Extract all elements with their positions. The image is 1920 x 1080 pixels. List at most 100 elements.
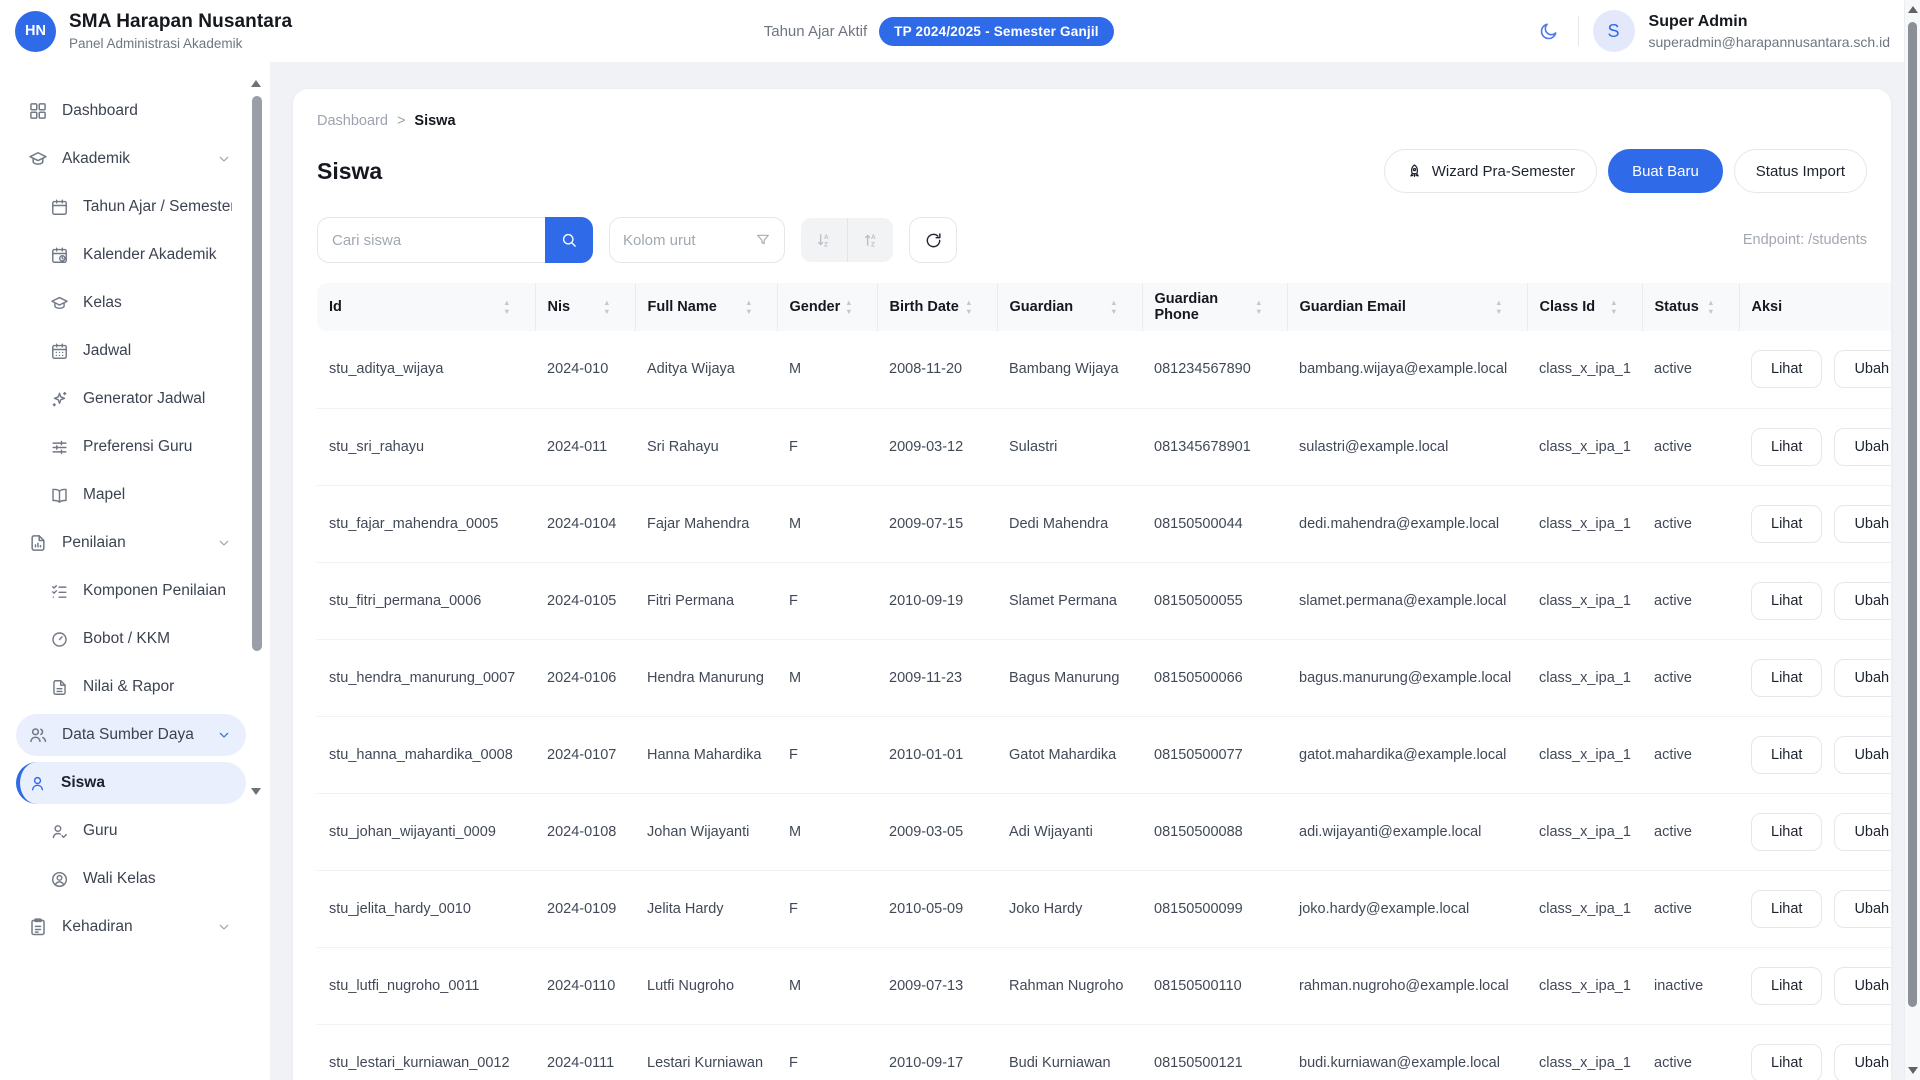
table-row: stu_hanna_mahardika_00082024-0107Hanna M… [317,716,1891,793]
cell-nis: 2024-0106 [535,639,635,716]
buat-baru-button[interactable]: Buat Baru [1608,149,1723,193]
sidebar-item-akademik[interactable]: Akademik [16,138,246,180]
refresh-button[interactable] [909,217,957,263]
column-header-guardian[interactable]: Guardian▲▼ [997,283,1142,331]
lihat-button[interactable]: Lihat [1751,428,1822,466]
breadcrumb-dashboard[interactable]: Dashboard [317,113,388,129]
school-name: SMA Harapan Nusantara [69,11,292,33]
wizard-pra-semester-button[interactable]: Wizard Pra-Semester [1384,149,1597,193]
search-icon [560,231,578,249]
ubah-button[interactable]: Ubah [1834,967,1891,1005]
sidebar-item-dashboard[interactable]: Dashboard [16,90,246,132]
page-scroll-down-arrow[interactable] [1908,1067,1918,1074]
sidebar-item-mapel[interactable]: Mapel [16,474,246,516]
ubah-button[interactable]: Ubah [1834,813,1891,851]
sidebar-item-wali-kelas[interactable]: Wali Kelas [16,858,246,900]
page-scrollbar-thumb[interactable] [1908,22,1917,1007]
ubah-button[interactable]: Ubah [1834,428,1891,466]
sidebar-scroll-down-arrow[interactable] [251,788,261,795]
cell-id: stu_sri_rahayu [317,408,535,485]
status-import-button[interactable]: Status Import [1734,149,1867,193]
ubah-button[interactable]: Ubah [1834,1044,1891,1080]
ubah-button[interactable]: Ubah [1834,582,1891,620]
sidebar-item-jadwal[interactable]: Jadwal [16,330,246,372]
sort-icon: ▲▼ [845,299,852,315]
column-header-guardian-email[interactable]: Guardian Email▲▼ [1287,283,1527,331]
sort-icon: ▲▼ [1255,299,1262,315]
rocket-icon [1406,163,1423,180]
sidebar-item-penilaian[interactable]: Penilaian [16,522,246,564]
column-header-birth-date[interactable]: Birth Date▲▼ [877,283,997,331]
sort-descending-button[interactable]: AZ [847,218,893,262]
page-scrollbar[interactable] [1904,0,1920,1080]
lihat-button[interactable]: Lihat [1751,505,1822,543]
cell-guardian: Joko Hardy [997,870,1142,947]
column-header-nis[interactable]: Nis▲▼ [535,283,635,331]
lihat-button[interactable]: Lihat [1751,582,1822,620]
sidebar-item-tahun-ajar-semester[interactable]: Tahun Ajar / Semester [16,186,246,228]
column-header-full-name[interactable]: Full Name▲▼ [635,283,777,331]
sidebar-item-kehadiran[interactable]: Kehadiran [16,906,246,948]
chevron-down-icon [216,151,232,167]
ubah-button[interactable]: Ubah [1834,659,1891,697]
user-email: superadmin@harapannusantara.sch.id [1649,34,1890,50]
sidebar-item-komponen-penilaian[interactable]: Komponen Penilaian [16,570,246,612]
sidebar-item-nilai-rapor[interactable]: Nilai & Rapor [16,666,246,708]
lihat-button[interactable]: Lihat [1751,813,1822,851]
users-icon [28,725,48,745]
svg-text:Z: Z [871,241,875,248]
sidebar-item-label: Akademik [62,150,202,168]
cell-status: active [1642,562,1739,639]
cell-id: stu_lutfi_nugroho_0011 [317,947,535,1024]
cell-status: active [1642,485,1739,562]
sort-icon: ▲▼ [1610,299,1617,315]
cell-birth-date: 2009-07-13 [877,947,997,1024]
sidebar-item-siswa[interactable]: Siswa [16,762,246,804]
cell-aksi: Lihat Ubah [1739,408,1891,485]
sort-ascending-button[interactable]: AZ [801,218,847,262]
sidebar-item-bobot-kkm[interactable]: Bobot / KKM [16,618,246,660]
cell-guardian-email: joko.hardy@example.local [1287,870,1527,947]
search-button[interactable] [545,217,593,263]
table-row: stu_lestari_kurniawan_00122024-0111Lesta… [317,1024,1891,1080]
sidebar-item-guru[interactable]: Guru [16,810,246,852]
lihat-button[interactable]: Lihat [1751,967,1822,1005]
ubah-button[interactable]: Ubah [1834,736,1891,774]
table-row: stu_lutfi_nugroho_00112024-0110Lutfi Nug… [317,947,1891,1024]
search-input[interactable] [317,217,545,263]
sort-column-select[interactable]: Kolom urut [609,217,785,263]
lihat-button[interactable]: Lihat [1751,659,1822,697]
column-header-id[interactable]: Id▲▼ [317,283,535,331]
sidebar-scroll-up-arrow[interactable] [251,80,261,87]
sidebar-scrollbar[interactable] [252,96,262,651]
column-header-status[interactable]: Status▲▼ [1642,283,1739,331]
cell-status: active [1642,408,1739,485]
sidebar-item-label: Mapel [83,486,232,504]
sidebar-item-kelas[interactable]: Kelas [16,282,246,324]
page-scroll-up-arrow[interactable] [1908,6,1918,13]
cell-guardian-email: rahman.nugroho@example.local [1287,947,1527,1024]
table-row: stu_fajar_mahendra_00052024-0104Fajar Ma… [317,485,1891,562]
cell-guardian-email: dedi.mahendra@example.local [1287,485,1527,562]
column-header-guardian-phone[interactable]: Guardian Phone▲▼ [1142,283,1287,331]
column-header-class-id[interactable]: Class Id▲▼ [1527,283,1642,331]
students-table-wrap: Id▲▼Nis▲▼Full Name▲▼Gender▲▼Birth Date▲▼… [317,283,1891,1080]
lihat-button[interactable]: Lihat [1751,350,1822,388]
column-header-gender[interactable]: Gender▲▼ [777,283,877,331]
ubah-button[interactable]: Ubah [1834,890,1891,928]
sidebar-item-data-sumber-daya[interactable]: Data Sumber Daya [16,714,246,756]
ubah-button[interactable]: Ubah [1834,350,1891,388]
lihat-button[interactable]: Lihat [1751,1044,1822,1080]
lihat-button[interactable]: Lihat [1751,890,1822,928]
sidebar-item-generator-jadwal[interactable]: Generator Jadwal [16,378,246,420]
cell-full-name: Hanna Mahardika [635,716,777,793]
cell-class-id: class_x_ipa_1 [1527,562,1642,639]
theme-toggle-button[interactable] [1534,16,1564,46]
avatar[interactable]: S [1593,10,1635,52]
lihat-button[interactable]: Lihat [1751,736,1822,774]
ubah-button[interactable]: Ubah [1834,505,1891,543]
moon-icon [1538,21,1559,42]
cell-nis: 2024-0109 [535,870,635,947]
sidebar-item-kalender-akademik[interactable]: Kalender Akademik [16,234,246,276]
sidebar-item-preferensi-guru[interactable]: Preferensi Guru [16,426,246,468]
